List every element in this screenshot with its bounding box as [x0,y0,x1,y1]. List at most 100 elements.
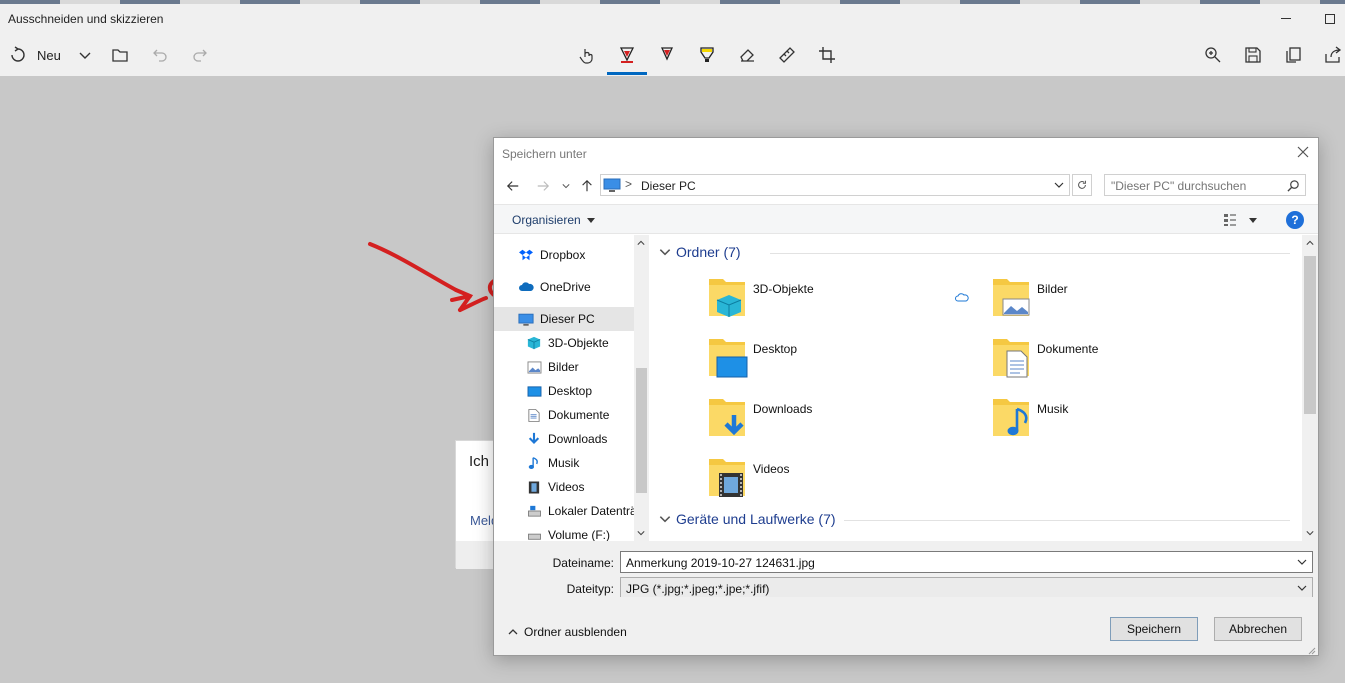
nav-item-volume-f[interactable]: Volume (F:) [494,523,634,541]
ruler-icon[interactable] [773,42,801,68]
open-folder-icon[interactable] [106,42,134,68]
share-icon[interactable] [1319,42,1345,68]
forward-arrow-icon[interactable] [534,177,552,195]
redo-icon[interactable] [186,42,214,68]
address-dropdown-chevron-icon[interactable] [1053,179,1065,191]
dialog-title: Speichern unter [502,147,587,161]
recent-locations-chevron-icon[interactable] [557,177,575,195]
highlighter-icon[interactable] [693,42,721,68]
pencil-red-icon[interactable] [653,42,681,68]
folder-desktop[interactable]: Desktop [707,335,947,387]
scroll-down-chevron-icon[interactable] [637,529,645,537]
new-snip-icon[interactable] [4,42,32,68]
nav-item-dokumente[interactable]: Dokumente [494,403,634,427]
nav-item-label: Videos [548,480,585,494]
nav-item-label: Dropbox [540,248,586,262]
desktop-folder-icon [709,339,748,378]
refresh-icon[interactable] [1072,174,1092,196]
nav-item-bilder[interactable]: Bilder [494,355,634,379]
nav-item-dropbox[interactable]: Dropbox [494,243,634,267]
nav-item-label: Dokumente [548,408,610,422]
ballpoint-pen-red-icon[interactable] [613,42,641,68]
help-icon[interactable]: ? [1286,211,1304,229]
filename-dropdown-chevron-icon[interactable] [1297,557,1307,567]
undo-icon[interactable] [146,42,174,68]
search-icon[interactable] [1287,179,1300,192]
nav-item-label: Volume (F:) [548,528,611,541]
collapse-chevron-icon[interactable] [658,512,672,526]
folder-bilder[interactable]: Bilder [991,275,1231,327]
cancel-button[interactable]: Abbrechen [1214,617,1302,641]
save-button[interactable]: Speichern [1110,617,1198,641]
app-titlebar: Ausschneiden und skizzieren [0,4,1345,34]
nav-item-lokaler-datentraeger[interactable]: Lokaler Datenträ [494,499,634,523]
navigation-row: > Dieser PC [494,172,1318,200]
zoom-icon[interactable] [1199,42,1227,68]
new-button-label[interactable]: Neu [37,48,61,63]
group-divider [844,520,1290,521]
3d-objects-folder-icon [709,279,745,317]
nav-item-videos[interactable]: Videos [494,475,634,499]
nav-item-3d-objekte[interactable]: 3D-Objekte [494,331,634,355]
up-arrow-icon[interactable] [578,177,596,195]
filetype-value: JPG (*.jpg;*.jpeg;*.jpe;*.jfif) [626,582,770,596]
folder-label: 3D-Objekte [753,282,814,296]
cloud-status-icon [955,293,969,302]
dropbox-icon [518,247,534,263]
resize-grip-icon[interactable] [1306,645,1316,655]
organize-button[interactable]: Organisieren [512,213,595,227]
filename-field[interactable]: Anmerkung 2019-10-27 124631.jpg [620,551,1313,573]
nav-item-desktop[interactable]: Desktop [494,379,634,403]
view-dropdown-chevron-icon[interactable] [1249,218,1257,223]
nav-item-label: Downloads [548,432,608,446]
group-header-folders[interactable]: Ordner (7) [658,241,741,263]
new-dropdown-chevron-icon[interactable] [71,42,99,68]
nav-pane-scroll-thumb[interactable] [636,368,647,493]
folder-label: Dokumente [1037,342,1099,356]
touch-writing-icon[interactable] [573,42,601,68]
content-scroll-thumb[interactable] [1304,256,1316,414]
filetype-dropdown-chevron-icon[interactable] [1297,583,1307,593]
close-icon[interactable] [1296,145,1310,159]
save-icon[interactable] [1239,42,1267,68]
back-arrow-icon[interactable] [504,177,522,195]
minimize-button[interactable] [1278,10,1294,26]
folder-3d-objekte[interactable]: 3D-Objekte [707,275,947,327]
folder-videos[interactable]: Videos [707,455,947,507]
downloads-icon [526,431,542,447]
folder-musik[interactable]: Musik [991,395,1231,447]
app-title: Ausschneiden und skizzieren [8,12,164,26]
search-input[interactable] [1111,178,1281,193]
save-as-dialog: Speichern unter > Dieser PC Organisie [493,137,1319,656]
group-header-devices[interactable]: Geräte und Laufwerke (7) [658,508,836,530]
nav-item-musik[interactable]: Musik [494,451,634,475]
nav-item-onedrive[interactable]: OneDrive [494,275,634,299]
folder-label: Bilder [1037,282,1068,296]
nav-item-downloads[interactable]: Downloads [494,427,634,451]
copy-icon[interactable] [1279,42,1307,68]
folder-downloads[interactable]: Downloads [707,395,947,447]
maximize-button[interactable] [1325,14,1335,24]
scroll-up-chevron-icon[interactable] [637,239,645,247]
collapse-chevron-icon[interactable] [658,245,672,259]
nav-item-label: Desktop [548,384,593,398]
command-bar: Organisieren ? [494,204,1318,234]
breadcrumb-dieser-pc[interactable]: Dieser PC [641,179,696,193]
hide-folders-label: Ordner ausblenden [524,625,627,639]
scroll-down-chevron-icon[interactable] [1306,529,1314,537]
nav-item-dieser-pc[interactable]: Dieser PC [494,307,634,331]
music-folder-icon [993,399,1029,436]
videos-icon [526,479,542,495]
navigation-pane: Dropbox OneDrive Dieser PC 3D-Objekte Bi… [494,235,649,541]
filename-value[interactable]: Anmerkung 2019-10-27 124631.jpg [626,556,815,570]
app-toolbar: Neu [0,34,1345,76]
folder-dokumente[interactable]: Dokumente [991,335,1231,387]
crop-icon[interactable] [813,42,841,68]
address-bar[interactable]: > Dieser PC [600,174,1070,196]
scroll-up-chevron-icon[interactable] [1306,239,1314,247]
hide-folders-toggle[interactable]: Ordner ausblenden [508,625,627,639]
view-options-icon[interactable] [1223,213,1237,227]
filetype-select[interactable]: JPG (*.jpg;*.jpeg;*.jpe;*.jfif) [620,577,1313,599]
search-box[interactable] [1104,174,1306,196]
eraser-icon[interactable] [733,42,761,68]
